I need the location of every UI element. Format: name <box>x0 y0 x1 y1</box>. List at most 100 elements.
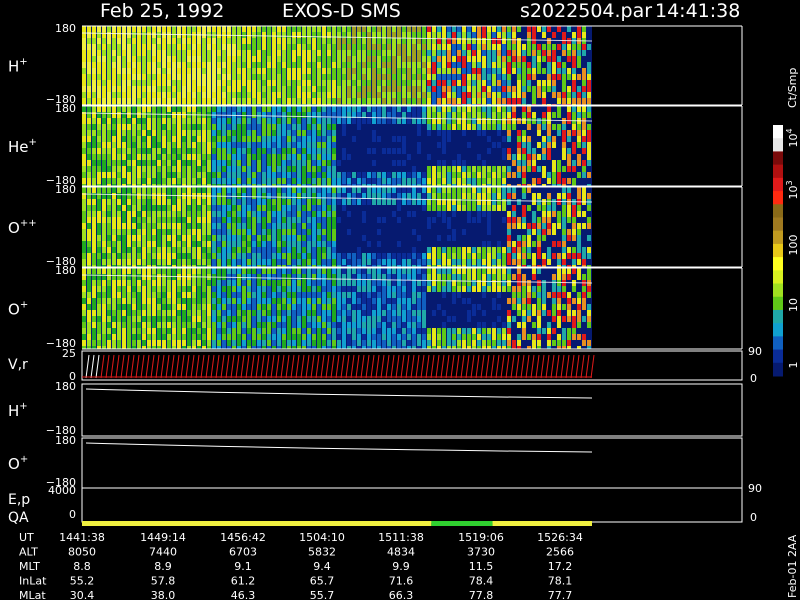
spectrogram-cell <box>182 187 186 193</box>
spectrogram-cell <box>472 68 476 74</box>
spectrogram-cell <box>97 223 101 229</box>
spectrogram-cell <box>162 217 166 223</box>
spectrogram-cell <box>552 235 556 241</box>
spectrogram-cell <box>307 92 311 98</box>
spectrogram-cell <box>552 229 556 235</box>
spectrogram-cell <box>107 334 111 340</box>
spectrogram-cell <box>322 304 326 310</box>
spectrogram-cell <box>492 62 496 68</box>
spectrogram-cell <box>497 199 501 205</box>
spectrogram-cell <box>557 223 561 229</box>
spectrogram-cell <box>462 106 466 112</box>
spectrogram-cell <box>532 259 536 265</box>
spectrogram-cell <box>482 50 486 56</box>
spectrogram-cell <box>247 334 251 340</box>
spectrogram-cell <box>377 223 381 229</box>
spectrogram-cell <box>92 92 96 98</box>
spectrogram-cell <box>152 259 156 265</box>
spectrogram-cell <box>397 26 401 32</box>
spectrogram-cell <box>172 304 176 310</box>
spectrogram-cell <box>152 92 156 98</box>
spectrogram-cell <box>407 247 411 253</box>
spectrogram-cell <box>457 80 461 86</box>
spectrogram-cell <box>447 130 451 136</box>
spectrogram-cell <box>137 92 141 98</box>
spectrogram-cell <box>402 68 406 74</box>
spectrogram-cell <box>282 211 286 217</box>
spectrogram-cell <box>377 136 381 142</box>
spectrogram-cell <box>292 124 296 130</box>
spectrogram-cell <box>187 124 191 130</box>
spectrogram-cell <box>552 26 556 32</box>
spectrogram-cell <box>502 26 506 32</box>
spectrogram-cell <box>87 199 91 205</box>
spectrogram-cell <box>507 178 511 184</box>
spectrogram-cell <box>387 130 391 136</box>
spectrogram-cell <box>147 56 151 62</box>
spectrogram-cell <box>242 199 246 205</box>
spectrogram-cell <box>527 199 531 205</box>
spectrogram-cell <box>237 205 241 211</box>
spectrogram-cell <box>432 205 436 211</box>
spectrogram-cell <box>482 32 486 38</box>
spectrogram-cell <box>302 44 306 50</box>
spectrogram-cell <box>142 142 146 148</box>
spectrogram-cell <box>567 247 571 253</box>
spectrogram-cell <box>557 136 561 142</box>
spectrogram-cell <box>222 286 226 292</box>
spectrogram-cell <box>187 328 191 334</box>
spectrogram-cell <box>322 62 326 68</box>
spectrogram-cell <box>397 148 401 154</box>
spectrogram-cell <box>297 310 301 316</box>
spectrogram-cell <box>417 178 421 184</box>
spectrogram-cell <box>517 199 521 205</box>
spectrogram-cell <box>267 38 271 44</box>
spectrogram-cell <box>237 154 241 160</box>
spectrogram-cell <box>222 328 226 334</box>
spectrogram-cell <box>567 172 571 178</box>
spectrogram-cell <box>412 223 416 229</box>
spectrogram-cell <box>307 259 311 265</box>
spectrogram-cell <box>102 328 106 334</box>
spectrogram-cell <box>297 199 301 205</box>
spectrogram-cell <box>327 229 331 235</box>
spectrogram-cell <box>162 298 166 304</box>
spectrogram-cell <box>327 340 331 346</box>
spectrogram-cell <box>247 44 251 50</box>
spectrogram-cell <box>202 316 206 322</box>
spectrogram-cell <box>257 316 261 322</box>
spectrogram-cell <box>492 229 496 235</box>
spectrogram-cell <box>202 286 206 292</box>
spectrogram-cell <box>467 80 471 86</box>
spectrogram-cell <box>522 247 526 253</box>
spectrogram-cell <box>222 148 226 154</box>
spectrogram-cell <box>342 80 346 86</box>
spectrogram-cell <box>572 235 576 241</box>
spectrogram-cell <box>92 50 96 56</box>
spectrogram-cell <box>102 50 106 56</box>
spectrogram-cell <box>437 253 441 259</box>
spectrogram-cell <box>227 340 231 346</box>
spectrogram-cell <box>357 80 361 86</box>
spectrogram-cell <box>507 211 511 217</box>
spectrogram-cell <box>432 211 436 217</box>
spectrogram-cell <box>182 56 186 62</box>
spectrogram-cell <box>572 112 576 118</box>
spectrogram-cell <box>267 62 271 68</box>
spectrogram-cell <box>327 280 331 286</box>
spectrogram-cell <box>327 259 331 265</box>
spectrogram-cell <box>387 32 391 38</box>
spectrogram-cell <box>507 32 511 38</box>
spectrogram-cell <box>122 136 126 142</box>
spectrogram-cell <box>132 280 136 286</box>
spectrogram-cell <box>257 229 261 235</box>
spectrogram-cell <box>332 229 336 235</box>
spectrogram-cell <box>327 98 331 104</box>
spectrogram-cell <box>112 142 116 148</box>
spectrogram-cell <box>112 205 116 211</box>
spectrogram-cell <box>157 334 161 340</box>
spectrogram-cell <box>227 136 231 142</box>
spectrogram-cell <box>157 253 161 259</box>
spectrogram-cell <box>272 340 276 346</box>
spectrogram-cell <box>267 259 271 265</box>
